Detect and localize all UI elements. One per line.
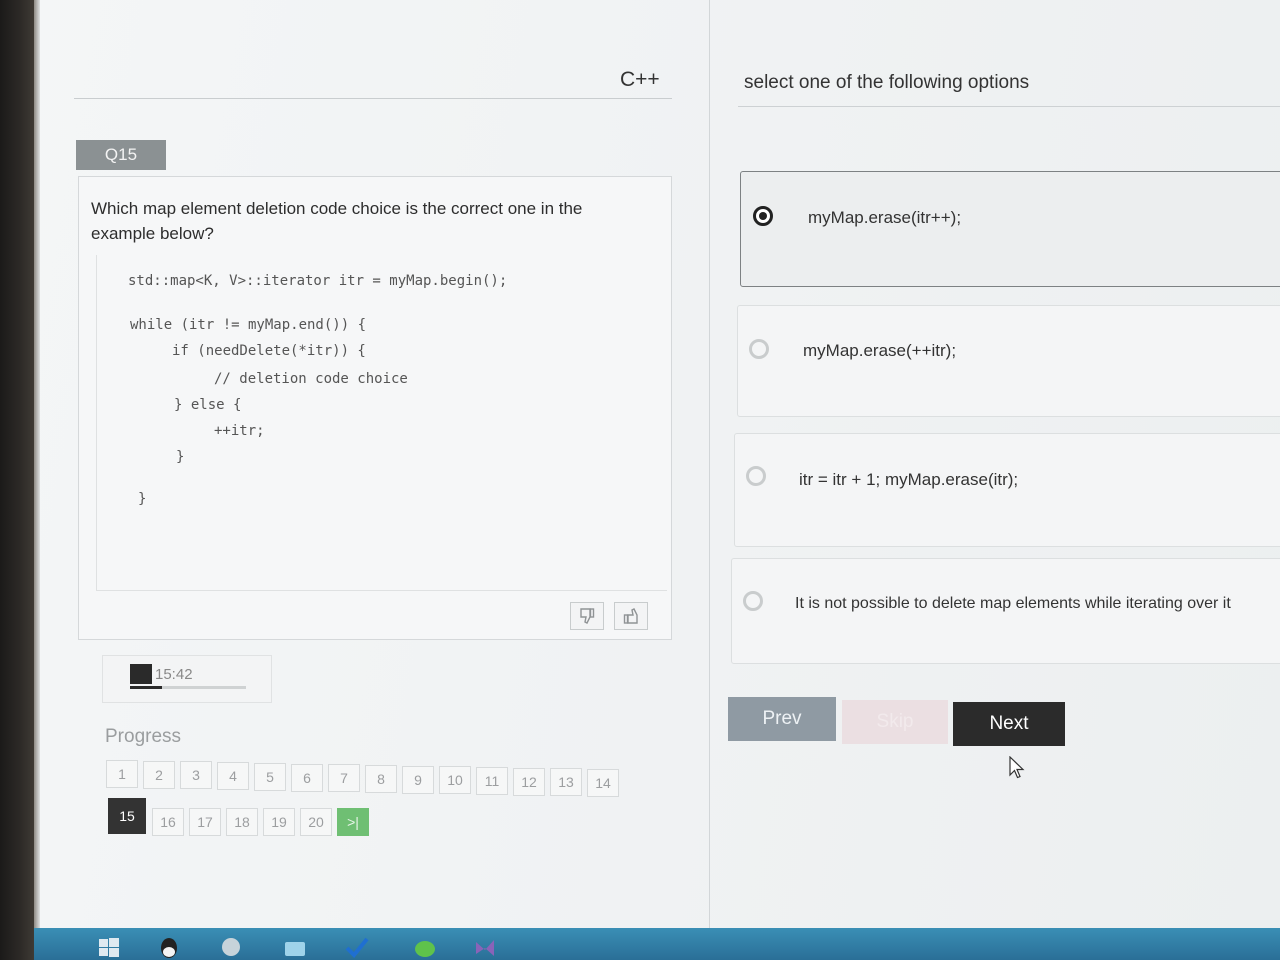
code-line: std::map<K, V>::iterator itr = myMap.beg…	[128, 273, 508, 289]
progress-page-2[interactable]: 2	[143, 761, 175, 789]
timer-marker	[130, 664, 152, 684]
windows-start-icon[interactable]	[96, 934, 122, 960]
radio-button[interactable]	[749, 339, 769, 359]
thumbs-up-icon	[623, 608, 638, 624]
answer-option-label: itr = itr + 1; myMap.erase(itr);	[799, 470, 1019, 489]
progress-page-17[interactable]: 17	[189, 808, 221, 836]
timer-progress-track	[130, 686, 246, 689]
monitor-bezel-edge	[34, 0, 40, 960]
progress-page-11[interactable]: 11	[476, 767, 508, 795]
instruction-text: select one of the following options	[744, 72, 1030, 93]
progress-page-10[interactable]: 10	[439, 766, 471, 794]
radio-button-selected[interactable]	[753, 206, 773, 226]
progress-page-15[interactable]: 15	[108, 798, 146, 834]
code-line: if (needDelete(*itr)) {	[172, 343, 366, 359]
network-app-icon[interactable]	[218, 934, 244, 960]
qq-app-icon[interactable]	[156, 934, 182, 960]
progress-page-last[interactable]: >|	[337, 808, 369, 836]
progress-page-4[interactable]: 4	[217, 762, 249, 790]
code-line: }	[138, 491, 147, 507]
answer-option-label: It is not possible to delete map element…	[795, 595, 1231, 612]
progress-page-3[interactable]: 3	[180, 761, 212, 789]
checkmark-app-icon[interactable]	[344, 934, 370, 960]
answer-option-label: myMap.erase(itr++);	[808, 208, 962, 227]
progress-page-1[interactable]: 1	[106, 760, 138, 788]
radio-button[interactable]	[746, 466, 766, 486]
progress-page-8[interactable]: 8	[365, 765, 397, 793]
progress-page-19[interactable]: 19	[263, 808, 295, 836]
title-divider	[74, 98, 672, 99]
radio-button[interactable]	[743, 591, 763, 611]
progress-page-7[interactable]: 7	[328, 764, 360, 792]
monitor-bezel	[0, 0, 34, 960]
language-title: C++	[620, 68, 660, 91]
progress-page-5[interactable]: 5	[254, 763, 286, 791]
skip-button[interactable]: Skip	[842, 700, 948, 744]
code-line: }	[176, 449, 185, 465]
answer-option-2[interactable]	[737, 305, 1280, 417]
prev-button[interactable]: Prev	[728, 697, 836, 741]
answer-option-3[interactable]	[734, 433, 1280, 547]
code-panel	[96, 255, 667, 591]
thumbs-down-button[interactable]	[570, 602, 604, 630]
progress-page-16[interactable]: 16	[152, 808, 184, 836]
mouse-cursor-icon	[1009, 756, 1025, 779]
code-line: } else {	[174, 397, 242, 413]
answer-option-label: myMap.erase(++itr);	[803, 341, 957, 360]
progress-page-9[interactable]: 9	[402, 766, 434, 794]
progress-label: Progress	[105, 726, 182, 747]
column-divider	[709, 0, 710, 945]
question-number-tab: Q15	[76, 140, 166, 170]
progress-page-13[interactable]: 13	[550, 768, 582, 796]
wechat-app-icon[interactable]	[412, 934, 438, 960]
timer-text: 15:42	[155, 666, 193, 683]
thumbs-up-button[interactable]	[614, 602, 648, 630]
answer-option-1[interactable]	[740, 171, 1280, 287]
progress-page-14[interactable]: 14	[587, 769, 619, 797]
code-block: std::map<K, V>::iterator itr = myMap.beg…	[128, 268, 507, 528]
progress-page-12[interactable]: 12	[513, 768, 545, 796]
code-line: // deletion code choice	[214, 371, 408, 387]
question-text: Which map element deletion code choice i…	[91, 199, 583, 243]
progress-page-6[interactable]: 6	[291, 764, 323, 792]
code-line: ++itr;	[214, 423, 265, 439]
timer-progress-fill	[130, 686, 162, 689]
screen: C++ Q15 Which map element deletion code …	[0, 0, 1280, 960]
code-line: while (itr != myMap.end()) {	[130, 317, 367, 333]
progress-page-20[interactable]: 20	[300, 808, 332, 836]
progress-page-18[interactable]: 18	[226, 808, 258, 836]
next-button[interactable]: Next	[953, 702, 1065, 746]
visual-studio-icon[interactable]	[472, 934, 498, 960]
folder-app-icon[interactable]	[282, 934, 308, 960]
thumbs-down-icon	[580, 608, 595, 624]
instruction-divider	[738, 106, 1280, 107]
